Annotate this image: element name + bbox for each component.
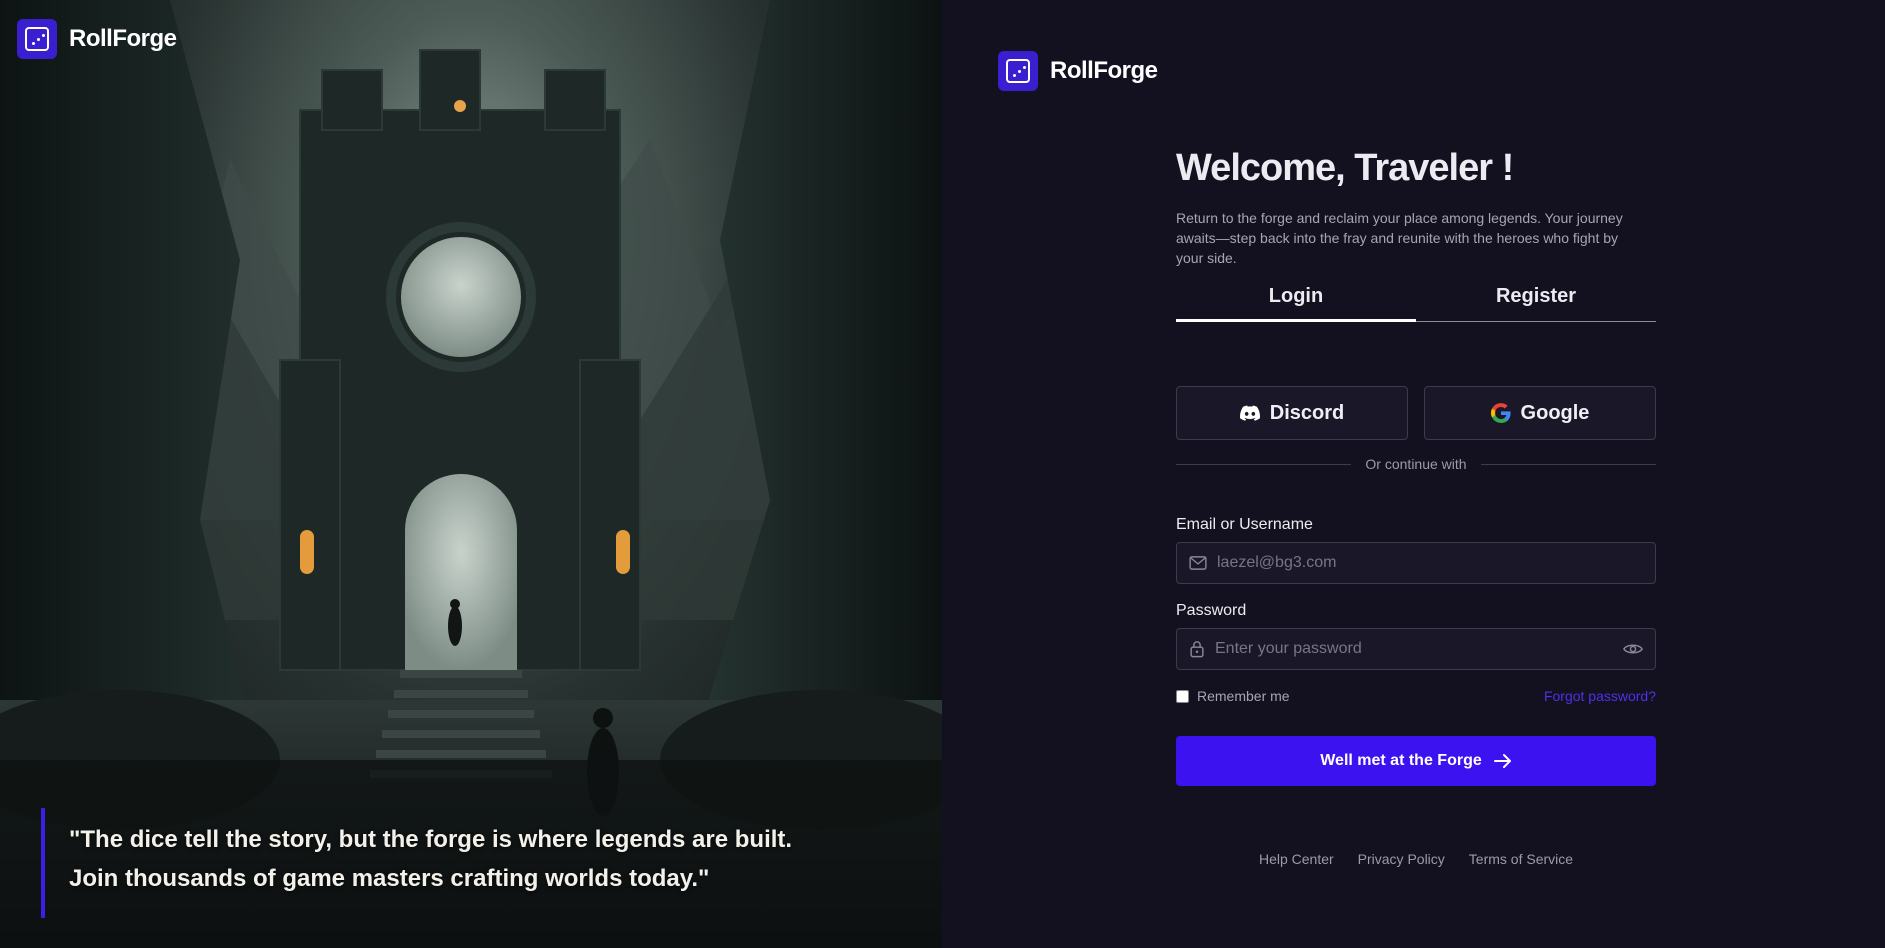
terms-of-service-link[interactable]: Terms of Service [1469,851,1573,867]
login-options: Remember me Forgot password? [1176,688,1656,704]
eye-icon[interactable] [1623,642,1643,656]
google-label: Google [1520,401,1590,424]
login-form: Welcome, Traveler ! Return to the forge … [1176,140,1657,786]
dice-icon [998,51,1038,91]
email-field[interactable] [1217,554,1643,572]
remember-me[interactable]: Remember me [1176,688,1290,704]
email-field-wrapper [1176,542,1656,584]
hero-quote: "The dice tell the story, but the forge … [41,808,831,918]
arrow-right-icon [1493,754,1511,768]
auth-tabs: Login Register [1176,276,1656,322]
hero-panel: RollForge "The dice tell the story, but … [0,0,942,948]
google-login-button[interactable]: Google [1424,386,1656,440]
discord-icon [1239,405,1260,421]
forgot-password-link[interactable]: Forgot password? [1544,688,1656,704]
password-field-wrapper [1176,628,1656,670]
or-divider: Or continue with [1176,456,1657,472]
submit-button[interactable]: Well met at the Forge [1176,736,1656,786]
password-field[interactable] [1215,640,1613,658]
footer-links: Help Center Privacy Policy Terms of Serv… [1176,851,1656,867]
login-panel: RollForge Welcome, Traveler ! Return to … [942,0,1885,948]
brand-name: RollForge [69,25,177,52]
mail-icon [1189,556,1207,570]
brand-name: RollForge [1050,57,1158,84]
hero-brand[interactable]: RollForge [17,19,177,59]
email-label: Email or Username [1176,516,1313,533]
tab-login[interactable]: Login [1176,276,1416,322]
remember-checkbox[interactable] [1176,689,1189,703]
page-subtitle: Return to the forge and reclaim your pla… [1176,210,1623,266]
discord-label: Discord [1269,401,1345,424]
lock-icon [1190,641,1204,658]
remember-label: Remember me [1197,688,1290,704]
help-center-link[interactable]: Help Center [1259,851,1334,867]
google-icon [1490,403,1511,423]
panel-brand[interactable]: RollForge [998,51,1158,91]
privacy-policy-link[interactable]: Privacy Policy [1358,851,1445,867]
hero-illustration [0,0,942,948]
password-label: Password [1176,602,1247,619]
page-title: Welcome, Traveler ! [1176,147,1514,189]
submit-label: Well met at the Forge [1320,752,1482,769]
discord-login-button[interactable]: Discord [1176,386,1408,440]
divider-text: Or continue with [1365,456,1467,472]
dice-icon [17,19,57,59]
social-login: Discord Google [1176,386,1656,440]
tab-register[interactable]: Register [1416,276,1656,321]
